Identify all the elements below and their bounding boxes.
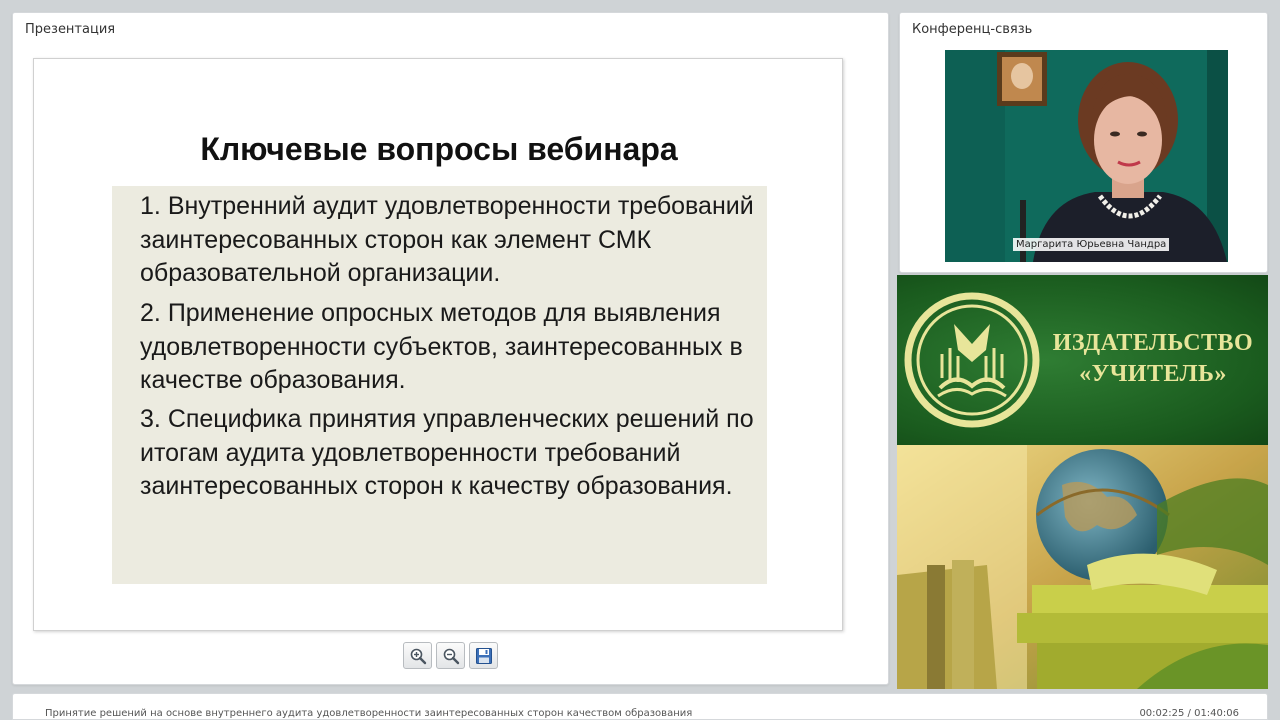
conference-panel: Конференц-связь Маргарита Юрьевна Чандра — [899, 12, 1268, 273]
publisher-logo-icon — [904, 292, 1040, 428]
webinar-title: Принятие решений на основе внутреннего а… — [45, 708, 693, 719]
participant-video: Маргарита Юрьевна Чандра — [945, 50, 1228, 262]
publisher-banner-header: ИЗДАТЕЛЬСТВО «УЧИТЕЛЬ» — [897, 275, 1268, 445]
slide-list-item: 3. Специфика принятия управленческих реш… — [140, 403, 765, 504]
slide-list-item: 2. Применение опросных методов для выявл… — [140, 297, 765, 398]
publisher-name-line1: ИЗДАТЕЛЬСТВО — [1052, 330, 1254, 356]
presentation-slide: Ключевые вопросы вебинара 1. Внутренний … — [33, 58, 843, 631]
save-icon — [475, 647, 492, 664]
zoom-out-button[interactable] — [436, 642, 465, 669]
participant-name-label: Маргарита Юрьевна Чандра — [1013, 238, 1170, 251]
presentation-panel: Презентация Ключевые вопросы вебинара 1.… — [12, 12, 889, 685]
slide-item-number: 3. — [140, 405, 161, 433]
status-bar: Принятие решений на основе внутреннего а… — [12, 693, 1268, 720]
slide-title: Ключевые вопросы вебинара — [200, 131, 678, 167]
slide-item-number: 2. — [140, 299, 161, 327]
slide-item-text: Применение опросных методов для выявлени… — [140, 299, 743, 394]
zoom-in-icon — [410, 648, 426, 664]
slide-item-text: Специфика принятия управленческих решени… — [140, 405, 754, 500]
playback-time: 00:02:25 / 01:40:06 — [1139, 708, 1239, 719]
participant-video-frame — [945, 50, 1228, 262]
presentation-panel-title: Презентация — [25, 22, 116, 37]
zoom-in-button[interactable] — [403, 642, 432, 669]
publisher-banner[interactable]: ИЗДАТЕЛЬСТВО «УЧИТЕЛЬ» — [897, 275, 1268, 689]
conference-panel-title: Конференц-связь — [912, 22, 1033, 37]
slide-content-box: 1. Внутренний аудит удовлетворенности тр… — [112, 186, 767, 584]
slide-item-number: 1. — [140, 192, 161, 220]
publisher-name-line2: «УЧИТЕЛЬ» — [1079, 361, 1227, 387]
zoom-out-icon — [443, 648, 459, 664]
globe-and-books-illustration — [897, 445, 1268, 689]
presentation-toolbar — [403, 642, 498, 669]
slide-item-text: Внутренний аудит удовлетворенности требо… — [140, 192, 754, 287]
slide-list-item: 1. Внутренний аудит удовлетворенности тр… — [140, 190, 765, 291]
save-button[interactable] — [469, 642, 498, 669]
publisher-banner-image — [897, 445, 1268, 689]
